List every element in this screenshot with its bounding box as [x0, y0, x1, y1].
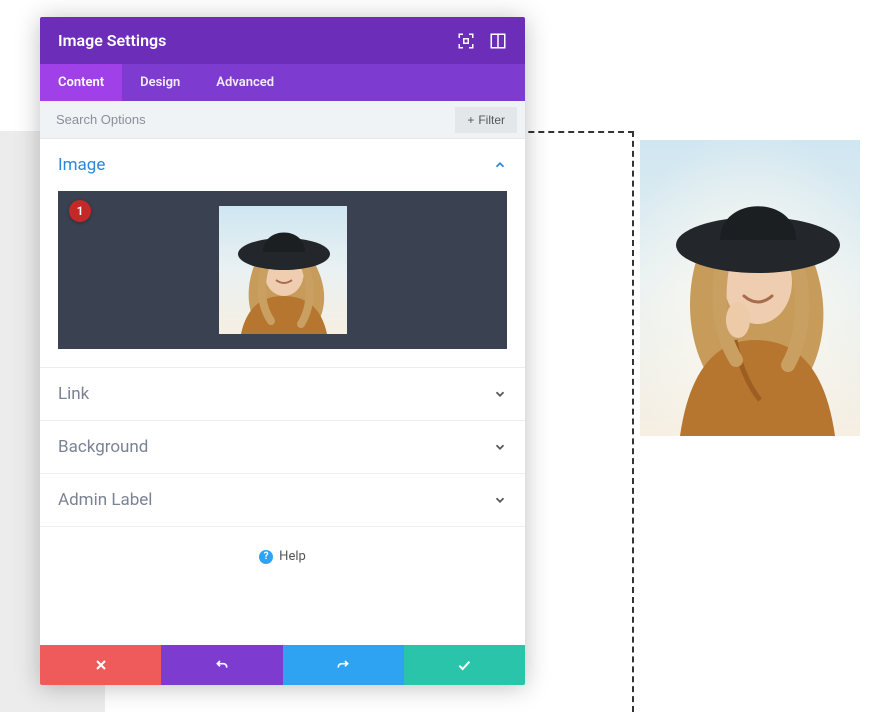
- image-upload-well[interactable]: [58, 191, 507, 349]
- check-icon: [456, 657, 472, 673]
- close-icon: [93, 657, 109, 673]
- undo-button[interactable]: [161, 645, 282, 685]
- footer-bar: [40, 645, 525, 685]
- panel-body: Image: [40, 139, 525, 645]
- section-link: Link: [40, 368, 525, 421]
- save-button[interactable]: [404, 645, 525, 685]
- search-input[interactable]: [40, 101, 447, 138]
- panel-header[interactable]: Image Settings: [40, 17, 525, 64]
- section-title-link: Link: [58, 384, 89, 404]
- builder-dashed-col: [632, 131, 634, 712]
- undo-icon: [214, 657, 230, 673]
- section-background: Background: [40, 421, 525, 474]
- chevron-up-icon: [493, 158, 507, 172]
- tab-design[interactable]: Design: [122, 64, 198, 101]
- redo-icon: [335, 657, 351, 673]
- chevron-down-icon: [493, 387, 507, 401]
- chevron-down-icon: [493, 440, 507, 454]
- help-row[interactable]: ? Help: [40, 527, 525, 586]
- redo-button[interactable]: [283, 645, 404, 685]
- tab-content[interactable]: Content: [40, 64, 122, 101]
- tab-advanced[interactable]: Advanced: [198, 64, 292, 101]
- filter-label: Filter: [478, 113, 505, 127]
- section-header-image[interactable]: Image: [40, 139, 525, 191]
- section-title-image: Image: [58, 155, 105, 175]
- panel-title: Image Settings: [58, 31, 166, 50]
- section-admin-label: Admin Label: [40, 474, 525, 527]
- plus-icon: +: [467, 113, 474, 127]
- cancel-button[interactable]: [40, 645, 161, 685]
- search-bar: + Filter: [40, 101, 525, 139]
- settings-panel: Image Settings Content Design Advanced +…: [40, 17, 525, 685]
- page-preview-image: [640, 140, 860, 436]
- expand-icon[interactable]: [457, 32, 475, 50]
- image-thumbnail: [219, 206, 347, 334]
- section-image: Image: [40, 139, 525, 368]
- section-title-background: Background: [58, 437, 148, 457]
- section-header-admin-label[interactable]: Admin Label: [40, 474, 525, 526]
- section-header-background[interactable]: Background: [40, 421, 525, 473]
- filter-button[interactable]: + Filter: [455, 107, 517, 133]
- tabs: Content Design Advanced: [40, 64, 525, 101]
- help-icon: ?: [259, 550, 273, 564]
- annotation-marker-1: 1: [69, 200, 91, 222]
- help-label: Help: [279, 549, 306, 564]
- section-header-link[interactable]: Link: [40, 368, 525, 420]
- snap-icon[interactable]: [489, 32, 507, 50]
- section-title-admin-label: Admin Label: [58, 490, 152, 510]
- chevron-down-icon: [493, 493, 507, 507]
